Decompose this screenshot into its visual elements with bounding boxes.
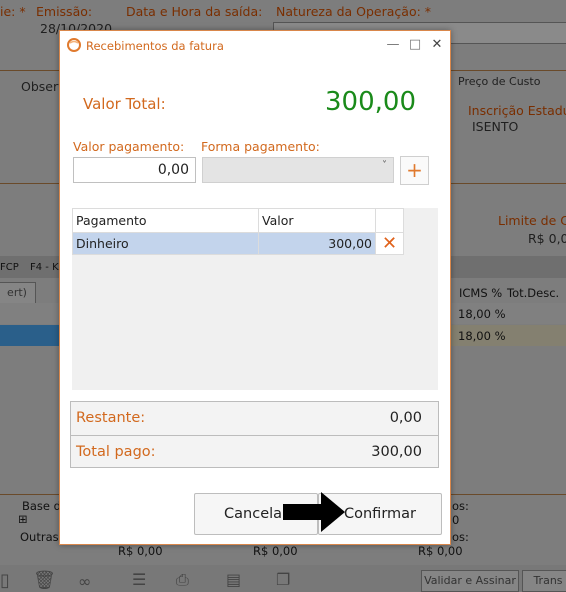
row-selection: [0, 325, 60, 346]
restante-value: 0,00: [389, 410, 422, 426]
trans-button[interactable]: Trans: [522, 570, 566, 592]
app-logo-icon: [67, 38, 81, 52]
outras-label: Outras: [20, 530, 59, 544]
close-icon[interactable]: ✕: [426, 34, 448, 56]
maximize-icon[interactable]: □: [404, 34, 426, 56]
emissao-label: Emissão:: [36, 4, 93, 19]
total-pago-value: 300,00: [371, 444, 422, 460]
list-icon[interactable]: ☰: [132, 570, 146, 589]
icms-header: ICMS %: [459, 286, 503, 300]
dialog-title: Recebimentos da fatura: [86, 39, 224, 53]
total-value: 300,00: [325, 87, 416, 117]
fcp-label: FCP: [0, 262, 19, 273]
inscricao-value: ISENTO: [472, 119, 519, 134]
forma-pagamento-label: Forma pagamento:: [201, 139, 320, 154]
restante-label: Restante:: [76, 410, 146, 426]
chevron-down-icon[interactable]: ˅: [382, 160, 387, 171]
icms-row2: 18,00 %: [458, 329, 506, 343]
table-row[interactable]: Dinheiro 300,00 ✕: [72, 232, 404, 255]
total-pago-row: Total pago: 300,00: [71, 435, 438, 468]
icms-row1: 18,00 %: [458, 307, 506, 321]
f4-label: F4 - K: [30, 262, 59, 273]
cell-valor: 300,00: [258, 232, 376, 255]
limite-label: Limite de Crê: [498, 213, 566, 228]
valor-pagamento-input[interactable]: 0,00: [73, 157, 196, 183]
ie-label: ie: *: [0, 4, 26, 19]
cell-pagamento: Dinheiro: [72, 232, 259, 255]
zero-value-3: R$ 0,00: [418, 544, 463, 558]
os-label-2: os:: [452, 530, 469, 544]
save-icon[interactable]: ▯: [0, 570, 10, 591]
dialog-titlebar[interactable]: Recebimentos da fatura — □ ✕: [60, 31, 450, 59]
payments-table: Pagamento Valor Dinheiro 300,00 ✕: [72, 208, 404, 255]
minimize-icon[interactable]: —: [382, 34, 404, 56]
print-icon[interactable]: ⎙: [176, 570, 189, 590]
plus-icon[interactable]: +: [400, 156, 429, 185]
valor-pagamento-label: Valor pagamento:: [73, 139, 185, 154]
preco-custo-checkbox[interactable]: Preço de Custo: [458, 75, 540, 88]
link-icon[interactable]: ∞: [78, 572, 91, 591]
os-value-1: 0: [452, 513, 460, 527]
insert-button[interactable]: ert): [0, 282, 36, 304]
inscricao-label: Inscrição Estadual:: [468, 103, 566, 118]
pointer-arrow-icon: [283, 492, 345, 532]
network-icon: ⊞: [18, 512, 28, 526]
column-header-valor[interactable]: Valor: [258, 208, 376, 233]
total-label: Valor Total:: [83, 95, 166, 113]
totdesc-header: Tot.Desc.: [507, 286, 560, 300]
forma-pagamento-select[interactable]: ˅: [202, 157, 394, 183]
limite-value: R$ 0,00: [528, 231, 566, 246]
column-header-pagamento[interactable]: Pagamento: [72, 208, 259, 233]
column-header-actions: [375, 208, 404, 233]
recebimentos-dialog: Recebimentos da fatura — □ ✕ Valor Total…: [59, 30, 451, 545]
data-saida-label: Data e Hora da saída:: [126, 4, 263, 19]
total-pago-label: Total pago:: [76, 444, 156, 460]
document-icon[interactable]: ▤: [226, 570, 241, 589]
summary-box: Restante: 0,00 Total pago: 300,00: [70, 401, 439, 468]
validar-button[interactable]: Validar e Assinar: [421, 570, 519, 592]
os-label-1: os:: [452, 499, 469, 513]
zero-value-2: R$ 0,00: [253, 544, 298, 558]
copy-icon[interactable]: ❐: [276, 570, 290, 589]
restante-row: Restante: 0,00: [71, 402, 438, 434]
natureza-label: Natureza da Operação: *: [276, 4, 432, 19]
zero-value-1: R$ 0,00: [118, 544, 163, 558]
delete-icon[interactable]: ✕: [375, 232, 404, 255]
trash-icon[interactable]: 🗑: [33, 570, 56, 591]
